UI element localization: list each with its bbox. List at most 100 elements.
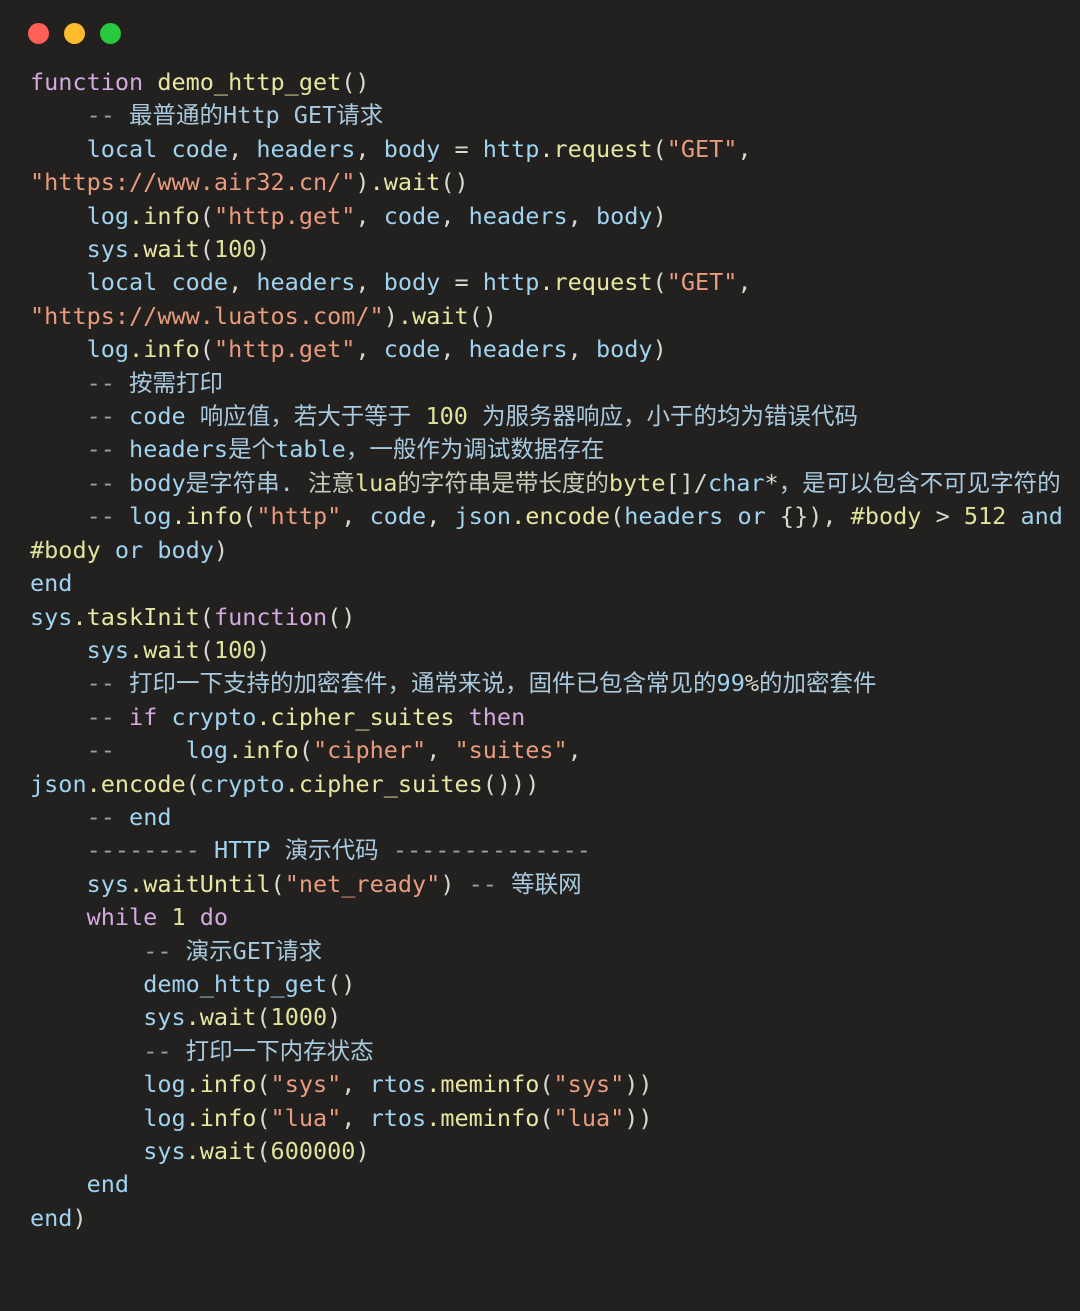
code-token-var: body (383, 134, 455, 163)
code-token-var: sys (30, 1003, 186, 1032)
code-token-cmt: -- (30, 368, 130, 397)
code-token-pun: , (341, 1070, 370, 1099)
code-token-var: demo_http_get (30, 969, 328, 998)
code-token-cjk2: 的字符串是带长度的 (397, 468, 609, 497)
code-token-str: "sys" (553, 1070, 625, 1099)
code-token-pun: ( (539, 1070, 554, 1099)
code-line: sys.wait(1000) (30, 1001, 1072, 1034)
code-token-var: local code (30, 268, 229, 297)
code-line: -- 打印一下内存状态 (30, 1035, 1072, 1068)
code-token-var: sys (30, 602, 73, 631)
code-token-fn: .cipher_suites (284, 769, 483, 798)
code-token-var: and (1020, 502, 1078, 531)
code-token-pun: ( (185, 769, 200, 798)
code-line: -- 打印一下支持的加密套件，通常来说，固件已包含常见的99%的加密套件 (30, 667, 1072, 700)
code-token-pun: ) (256, 635, 271, 664)
code-token-cjk: 响应值，若大于等于 (199, 402, 426, 431)
code-token-fn: .wait (185, 1137, 257, 1165)
code-token-pun: , (567, 201, 596, 230)
code-token-var: json (30, 769, 87, 798)
code-token-pun: []/ (665, 468, 708, 497)
code-token-str: "lua" (270, 1103, 342, 1132)
code-token-pun: ) (72, 1203, 87, 1232)
code-token-pun: ( (652, 268, 667, 297)
code-token-fn: .info (185, 1070, 257, 1099)
code-token-num: 600000 (270, 1137, 356, 1165)
code-line: -- if crypto.cipher_suites then (30, 701, 1072, 734)
code-token-pun: , (355, 134, 384, 163)
code-line: demo_http_get() (30, 968, 1072, 1001)
code-token-var: code (129, 402, 200, 431)
code-token-pun: ())) (482, 769, 540, 798)
code-token-num: 100 (425, 402, 468, 431)
code-token-str: "http" (256, 502, 342, 531)
code-token-var: body (595, 201, 653, 230)
code-token-var: crypto (171, 702, 257, 731)
code-token-var: sys (30, 235, 130, 264)
code-token-str: "lua" (553, 1103, 625, 1132)
code-token-cjk: 是字符串. (185, 468, 308, 497)
code-token-cmt: -------------- (392, 836, 591, 865)
code-token-pun: , (341, 502, 370, 531)
code-token-pun: ( (199, 602, 214, 631)
code-line: -- end (30, 801, 1072, 834)
code-token-var: char (707, 468, 765, 497)
code-editor[interactable]: function demo_http_get() -- 最普通的Http GET… (0, 66, 1080, 1236)
code-token-var: body (129, 468, 186, 497)
code-token-num: 1 (171, 903, 200, 932)
code-line: log.info("http.get", code, headers, body… (30, 200, 1072, 233)
code-token-cjk: 等联网 (511, 869, 582, 898)
code-token-kw: if (129, 702, 172, 731)
code-token-str: "GET" (666, 134, 738, 163)
code-line: end (30, 567, 1072, 600)
code-token-pun: , (737, 134, 766, 163)
code-token-var: code (369, 502, 427, 531)
code-token-var: headers (468, 335, 568, 364)
code-token-pun: ( (242, 502, 257, 531)
code-token-pun: () (468, 301, 497, 330)
code-token-var: log (30, 201, 130, 230)
code-token-fn: .request (539, 134, 653, 163)
code-token-fn: .info (171, 502, 243, 531)
code-token-pun: , (355, 335, 384, 364)
code-token-cjk: 按需打印 (129, 368, 224, 397)
code-line: -- 演示GET请求 (30, 935, 1072, 968)
code-line: -- code 响应值，若大于等于 100 为服务器响应，小于的均为错误代码 (30, 400, 1072, 433)
code-token-var: rtos (369, 1103, 427, 1132)
code-token-pun: )) (624, 1103, 653, 1132)
minimize-button[interactable] (64, 22, 85, 44)
code-token-cmt: -- (30, 702, 130, 731)
code-token-kw: function (30, 68, 158, 96)
code-token-fn: .info (185, 1103, 257, 1132)
code-token-var: http (482, 268, 540, 297)
code-token-pun: ( (256, 1137, 271, 1165)
code-token-pun: ( (610, 502, 625, 531)
code-token-pun: ) (383, 301, 398, 330)
maximize-button[interactable] (100, 22, 121, 44)
close-button[interactable] (28, 22, 49, 44)
code-token-num: 100 (213, 235, 257, 264)
code-token-var: headers (624, 502, 738, 531)
code-token-pun: ( (652, 134, 667, 163)
code-token-pun: ) (652, 201, 667, 230)
code-line: -- 按需打印 (30, 367, 1072, 400)
code-token-cjk2: 注意 (307, 468, 355, 497)
code-token-var: crypto (199, 769, 285, 798)
code-token-var: end (30, 1170, 130, 1199)
code-token-fn: .wait (129, 635, 200, 664)
code-token-fn: .info (129, 201, 200, 230)
code-token-pun: ( (199, 335, 214, 364)
code-token-var: log (30, 1070, 186, 1099)
code-token-cmt: -- (468, 869, 512, 898)
code-token-pun: ) (440, 869, 469, 898)
code-line: sys.taskInit(function() (30, 601, 1072, 634)
code-token-pun: , (567, 335, 596, 364)
code-token-var: log (30, 1103, 186, 1132)
code-token-var: sys (30, 635, 130, 664)
code-token-cmt: -- (30, 1036, 186, 1065)
code-token-pun: ( (298, 736, 313, 765)
code-token-var: end (129, 802, 172, 831)
code-token-var: table (275, 435, 346, 464)
code-token-var: sys (30, 1137, 186, 1165)
code-token-op: > (935, 502, 964, 531)
